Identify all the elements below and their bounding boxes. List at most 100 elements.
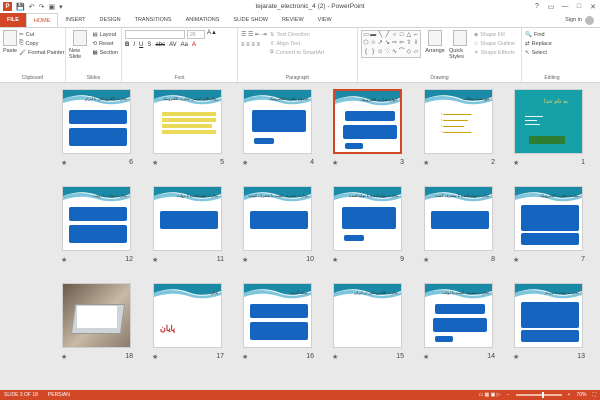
sign-in[interactable]: Sign in xyxy=(565,13,600,27)
transition-star-icon[interactable]: ★ xyxy=(423,353,429,361)
format-painter-button[interactable]: 🖌 Format Painter xyxy=(19,48,64,57)
layout-button[interactable]: ▤ Layout xyxy=(92,30,118,39)
start-slideshow-icon[interactable]: ▣ xyxy=(48,3,55,11)
char-spacing-button[interactable]: AV xyxy=(169,42,177,48)
reset-button[interactable]: ⟲ Reset xyxy=(92,39,118,48)
undo-icon[interactable]: ↶ xyxy=(29,3,35,11)
slide-thumbnail[interactable]: انواع تجارت الکترونیک xyxy=(333,89,402,154)
help-button[interactable]: ? xyxy=(530,3,544,11)
shape-option[interactable]: ⌐ xyxy=(413,32,419,39)
change-case-button[interactable]: Aa xyxy=(181,42,188,48)
transition-star-icon[interactable]: ★ xyxy=(513,256,519,264)
transition-star-icon[interactable]: ★ xyxy=(513,353,519,361)
strikethrough-button[interactable]: abc xyxy=(155,42,165,48)
ribbon-display-button[interactable]: ▭ xyxy=(544,3,558,11)
transition-star-icon[interactable]: ★ xyxy=(242,256,248,264)
shape-option[interactable]: □ xyxy=(399,32,405,39)
zoom-slider[interactable] xyxy=(515,392,562,398)
slide-thumbnail[interactable]: فهرست مطالب ▪ ▬▬▬▬▬▬▬▬ ▪ ▬▬▬▬▬▬▬ ▪ ▬▬▬▬▬▬ ▪ … xyxy=(424,89,493,154)
underline-button[interactable]: U xyxy=(139,42,143,48)
slide-thumbnail[interactable]: روال های امنیتی تجارت الکترونیک xyxy=(153,89,222,154)
shape-option[interactable]: ╲ xyxy=(377,32,383,39)
shape-option[interactable]: ⌒ xyxy=(399,49,405,56)
tab-transitions[interactable]: TRANSITIONS xyxy=(128,13,179,27)
shape-option[interactable]: } xyxy=(370,49,376,56)
zoom-level[interactable]: 70% xyxy=(576,392,586,398)
slide-thumbnail[interactable]: تجارت الکترونیکی با ایران xyxy=(62,89,131,154)
shape-option[interactable]: ○ xyxy=(392,32,398,39)
shape-option[interactable]: ⇦ xyxy=(399,40,405,47)
slide-thumbnail[interactable]: تجارت الکترونیکی در ایران xyxy=(333,283,402,348)
slide-thumbnail[interactable]: تجارت تولیدکننده با مصرف کننده xyxy=(424,186,493,251)
convert-smartart-button[interactable]: ⧉ Convert to SmartArt xyxy=(270,48,325,57)
transition-star-icon[interactable]: ★ xyxy=(513,159,519,167)
shapes-gallery[interactable]: ▭ ▬ ╲ ╱ ○ □ △ ⌐ ⬡ ☆ ↗ ↘ ⇨ ⇦ ⇧ ⇩ {} ☺ ♡ ∿ ⌒ ◇ ▱ xyxy=(361,30,421,58)
bold-button[interactable]: B xyxy=(125,42,129,48)
slide-thumbnail[interactable]: پایان پایان xyxy=(153,283,222,348)
slide-thumbnail[interactable]: تجارت دولت با مردم xyxy=(514,283,583,348)
slide-thumbnail[interactable]: تجارت تولیدکننده با تولیدکننده xyxy=(333,186,402,251)
slide-thumbnail[interactable]: به نام خدا ▬▬▬▬▬▬ ▬▬▬▬ ▬▬▬▬▬ xyxy=(514,89,583,154)
shape-option[interactable]: ∿ xyxy=(392,49,398,56)
zoom-out-icon[interactable]: − xyxy=(507,392,510,398)
minimize-button[interactable]: — xyxy=(558,3,572,11)
slide-thumbnail[interactable]: مقدمه تجارت الکترونیک xyxy=(514,186,583,251)
transition-star-icon[interactable]: ★ xyxy=(332,353,338,361)
slide-thumbnail[interactable] xyxy=(62,283,131,348)
shape-fill-button[interactable]: ◆ Shape Fill xyxy=(474,30,515,39)
replace-button[interactable]: ⇄ Replace xyxy=(525,39,579,48)
text-direction-button[interactable]: ⇅ Text Direction xyxy=(270,30,325,39)
grow-font-icon[interactable]: A▲ xyxy=(207,30,217,39)
slide-thumbnail[interactable]: فصول تجارت الکترونیک xyxy=(243,89,312,154)
shape-option[interactable]: △ xyxy=(406,32,412,39)
shape-option[interactable]: ▬ xyxy=(370,32,376,39)
cut-button[interactable]: ✂ Cut xyxy=(19,30,64,39)
shape-option[interactable]: ⬡ xyxy=(363,40,369,47)
zoom-thumb[interactable] xyxy=(541,392,544,398)
tab-insert[interactable]: INSERT xyxy=(58,13,92,27)
slide-thumbnail[interactable]: تجارت مصرف کننده با مصرف کننده xyxy=(243,186,312,251)
transition-star-icon[interactable]: ★ xyxy=(332,159,338,167)
font-color-button[interactable]: A xyxy=(192,42,196,48)
align-text-button[interactable]: ⇕ Align Text xyxy=(270,39,325,48)
transition-star-icon[interactable]: ★ xyxy=(61,159,67,167)
tab-design[interactable]: DESIGN xyxy=(93,13,128,27)
shape-option[interactable]: { xyxy=(363,49,369,56)
language-indicator[interactable]: PERSIAN xyxy=(48,392,70,398)
select-button[interactable]: ↖ Select xyxy=(525,48,579,57)
shape-option[interactable]: ☆ xyxy=(370,40,376,47)
slide-thumbnail[interactable]: تجارت تولیدکننده با دولت xyxy=(153,186,222,251)
transition-star-icon[interactable]: ★ xyxy=(152,159,158,167)
maximize-button[interactable]: □ xyxy=(572,3,586,11)
redo-icon[interactable]: ↷ xyxy=(39,3,45,11)
shape-option[interactable]: ⇨ xyxy=(392,40,398,47)
shape-option[interactable]: ♡ xyxy=(384,49,390,56)
shape-outline-button[interactable]: ◇ Shape Outline xyxy=(474,39,515,48)
transition-star-icon[interactable]: ★ xyxy=(152,256,158,264)
shape-effects-button[interactable]: ✦ Shape Effects xyxy=(474,48,515,57)
new-slide-button[interactable]: New Slide xyxy=(69,30,90,80)
transition-star-icon[interactable]: ★ xyxy=(61,353,67,361)
transition-star-icon[interactable]: ★ xyxy=(423,256,429,264)
slide-thumbnail[interactable]: تجارت دولت با دولت xyxy=(62,186,131,251)
shape-option[interactable]: ◇ xyxy=(406,49,412,56)
arrange-button[interactable]: Arrange xyxy=(424,30,446,80)
avatar[interactable] xyxy=(585,15,594,25)
shape-option[interactable]: ╱ xyxy=(384,32,390,39)
font-name-select[interactable] xyxy=(125,30,185,39)
paste-button[interactable]: Paste xyxy=(3,30,17,80)
view-buttons[interactable]: ▭ ▦ ▣ ▷ xyxy=(478,392,500,398)
paragraph-alignment-icons[interactable]: ☰ ☰ ⇤ ⇥ ≡ ≡ ≡ ≡ xyxy=(241,30,267,80)
tab-view[interactable]: VIEW xyxy=(311,13,339,27)
font-size-select[interactable]: 26 xyxy=(187,30,205,39)
transition-star-icon[interactable]: ★ xyxy=(332,256,338,264)
save-icon[interactable]: 💾 xyxy=(16,3,25,11)
shape-option[interactable]: ⇧ xyxy=(406,40,412,47)
shape-option[interactable]: ↘ xyxy=(384,40,390,47)
transition-star-icon[interactable]: ★ xyxy=(242,353,248,361)
sign-in-link[interactable]: Sign in xyxy=(565,17,582,23)
shadow-button[interactable]: S xyxy=(147,42,151,48)
transition-star-icon[interactable]: ★ xyxy=(423,159,429,167)
shape-option[interactable]: ↗ xyxy=(377,40,383,47)
tab-slide-show[interactable]: SLIDE SHOW xyxy=(226,13,275,27)
